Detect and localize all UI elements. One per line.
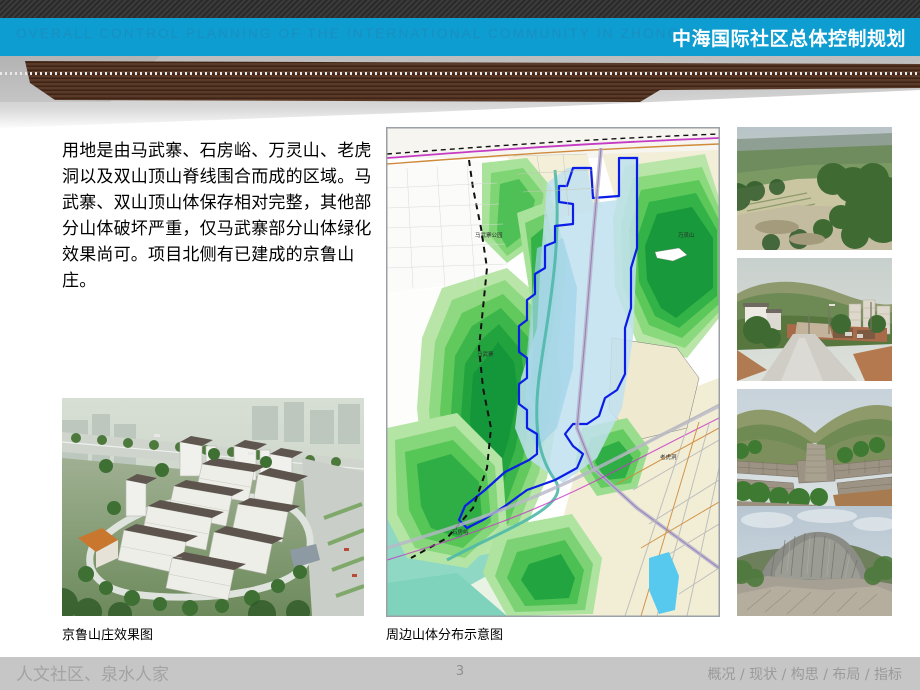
footer-navigation: 概况 / 现状 / 构思 / 布局 / 指标 (707, 667, 902, 683)
map-label-laohudong: 老虎洞 (660, 455, 677, 461)
map-label-mawuzhai-park: 马武寨公园 (475, 233, 503, 239)
jinglu-villa-rendering-photo (62, 398, 364, 616)
top-hatched-strip (0, 0, 920, 18)
photo-1-graphic (737, 127, 892, 250)
photo-2-graphic (737, 258, 892, 381)
wood-banner-decoration (0, 56, 920, 130)
header-chinese-title: 中海国际社区总体控制规划 (671, 28, 906, 50)
body-paragraph: 用地是由马武寨、石房峪、万灵山、老虎洞以及双山顶山脊线围合而成的区域。马武寨、双… (62, 141, 372, 291)
map-label-shifangyu: 石房峪 (452, 530, 469, 536)
map-label-mawuzhai: 马武寨 (477, 352, 494, 358)
surrounding-mountains-map: 马武寨公园 马武寨 石房峪 双山顶 万灵山 老虎洞 (386, 127, 720, 617)
map-graphic (387, 128, 719, 616)
caption-map: 周边山体分布示意图 (386, 628, 504, 643)
photo-terraced-quarry-slope (737, 389, 892, 512)
photo-village-road-with-hill (737, 258, 892, 381)
header-english-title: OVERALL CONTROL PLANNING OF THE INTERNAT… (16, 26, 710, 41)
dotted-line-decoration (0, 72, 920, 75)
caption-jinglu-villa: 京鲁山庄效果图 (62, 628, 154, 643)
photo-eroded-hillside-farmland (737, 127, 892, 250)
photo-4-graphic (737, 506, 892, 616)
rendering-graphic (62, 398, 364, 616)
photo-3-graphic (737, 389, 892, 512)
slide: OVERALL CONTROL PLANNING OF THE INTERNAT… (0, 0, 920, 690)
map-label-wanlingshan: 万灵山 (678, 233, 695, 239)
photo-exposed-rock-cliff-quarry (737, 506, 892, 616)
